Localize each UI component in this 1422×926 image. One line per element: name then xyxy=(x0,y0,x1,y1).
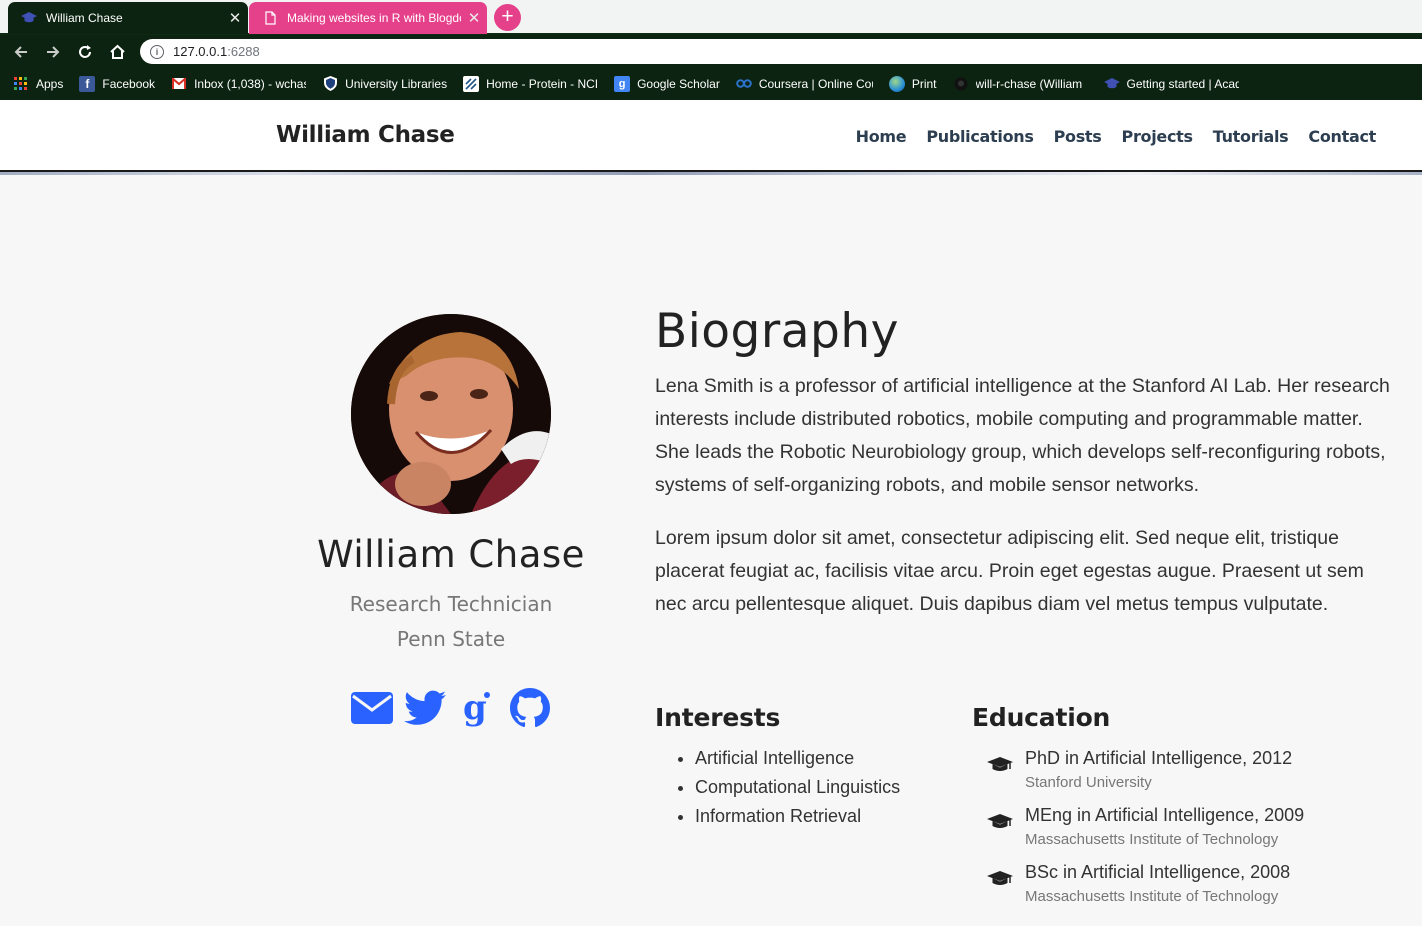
education-institution: Stanford University xyxy=(1025,774,1152,791)
profile-name: William Chase xyxy=(317,533,585,576)
twitter-icon[interactable] xyxy=(403,686,447,730)
bookmark-print[interactable]: Print xyxy=(888,75,937,92)
bookmark-apps[interactable]: Apps xyxy=(13,76,63,92)
nav-publications[interactable]: Publications xyxy=(926,127,1034,146)
biography-text: Lena Smith is a professor of artificial … xyxy=(655,370,1395,641)
bookmark-label: will-r-chase (William xyxy=(975,76,1083,91)
education-list: PhD in Artificial Intelligence, 2012 Sta… xyxy=(987,744,1407,915)
education-item: MEng in Artificial Intelligence, 2009 Ma… xyxy=(987,801,1407,851)
facebook-icon: f xyxy=(79,75,96,92)
browser-toolbar: i 127.0.0.1:6288 xyxy=(0,35,1422,67)
social-links: g xyxy=(351,686,551,730)
google-scholar-icon: g xyxy=(614,75,631,92)
nav-home[interactable]: Home xyxy=(856,127,907,146)
bookmark-university-libraries[interactable]: University Libraries xyxy=(322,76,447,92)
close-tab-icon[interactable]: ✕ xyxy=(222,9,248,27)
bookmark-coursera[interactable]: Coursera | Online Cou xyxy=(736,76,873,92)
education-item: BSc in Artificial Intelligence, 2008 Mas… xyxy=(987,858,1407,908)
nav-tutorials[interactable]: Tutorials xyxy=(1213,127,1289,146)
interest-item: Information Retrieval xyxy=(695,802,900,831)
github-icon xyxy=(953,76,969,92)
education-institution: Massachusetts Institute of Technology xyxy=(1025,831,1279,848)
graduation-cap-icon xyxy=(20,11,38,25)
education-institution: Massachusetts Institute of Technology xyxy=(1025,888,1279,905)
graduation-cap-icon xyxy=(1103,76,1120,92)
education-degree: BSc in Artificial Intelligence, 2008 xyxy=(1025,862,1291,882)
tab-title: Making websites in R with Blogdo xyxy=(287,11,461,25)
google-scholar-icon[interactable]: g xyxy=(456,686,499,730)
bookmark-label: Facebook xyxy=(102,76,156,91)
bookmark-label: Getting started | Acad xyxy=(1126,76,1239,91)
graduation-cap-icon xyxy=(987,858,1025,908)
bookmark-github[interactable]: will-r-chase (William xyxy=(953,76,1088,92)
tab-title: William Chase xyxy=(46,11,123,25)
envelope-icon[interactable] xyxy=(351,686,394,730)
education-degree: MEng in Artificial Intelligence, 2009 xyxy=(1025,805,1305,825)
forward-icon[interactable] xyxy=(42,41,64,63)
url-host: 127.0.0.1 xyxy=(173,44,228,59)
profile-role-and-org: Research Technician Penn State xyxy=(251,587,651,657)
bookmark-google-scholar[interactable]: g Google Scholar xyxy=(614,75,720,92)
education-item: PhD in Artificial Intelligence, 2012 Sta… xyxy=(987,744,1407,794)
site-brand[interactable]: William Chase xyxy=(276,122,455,148)
url-port: :6288 xyxy=(227,44,260,59)
shield-icon xyxy=(322,76,338,92)
close-tab-icon[interactable]: ✕ xyxy=(461,9,487,27)
reload-icon[interactable] xyxy=(74,41,96,63)
bookmark-gmail[interactable]: Inbox (1,038) - wchas xyxy=(171,76,306,92)
bookmarks-bar: Apps f Facebook Inbox (1,038) - wchas Un… xyxy=(0,67,1422,100)
site-info-icon[interactable]: i xyxy=(150,44,164,59)
bookmark-facebook[interactable]: f Facebook xyxy=(79,75,156,92)
address-bar[interactable]: i 127.0.0.1:6288 xyxy=(140,39,1422,64)
tab-william-chase[interactable]: William Chase ✕ xyxy=(8,2,248,34)
interest-item: Artificial Intelligence xyxy=(695,744,900,773)
document-icon xyxy=(261,11,279,25)
nav-posts[interactable]: Posts xyxy=(1054,127,1102,146)
new-tab-button[interactable]: + xyxy=(494,4,521,31)
tab-blogdown[interactable]: Making websites in R with Blogdo ✕ xyxy=(249,2,487,34)
back-icon[interactable] xyxy=(10,41,32,63)
bookmark-label: Inbox (1,038) - wchas xyxy=(194,76,307,91)
github-icon[interactable] xyxy=(509,686,552,730)
bookmark-label: Home - Protein - NCI xyxy=(486,76,599,91)
svg-text:g: g xyxy=(463,689,487,727)
biography-paragraph: Lena Smith is a professor of artificial … xyxy=(655,375,1390,496)
home-icon[interactable] xyxy=(106,41,128,63)
education-heading: Education xyxy=(972,703,1111,732)
globe-icon xyxy=(888,75,905,92)
biography-paragraph: Lorem ipsum dolor sit amet, consectetur … xyxy=(655,527,1364,615)
site-nav: Home Publications Posts Projects Tutoria… xyxy=(856,127,1377,146)
bookmark-label: Google Scholar xyxy=(637,76,720,91)
bookmark-ncbi-protein[interactable]: Home - Protein - NCI xyxy=(463,75,599,92)
interests-heading: Interests xyxy=(655,703,781,732)
hero-image-strip xyxy=(0,172,1422,175)
ncbi-icon xyxy=(463,75,480,92)
profile-role: Research Technician xyxy=(349,592,553,616)
graduation-cap-icon xyxy=(987,744,1025,794)
education-degree: PhD in Artificial Intelligence, 2012 xyxy=(1025,748,1293,768)
site-navbar: William Chase Home Publications Posts Pr… xyxy=(0,100,1422,172)
interest-item: Computational Linguistics xyxy=(695,773,900,802)
bookmark-label: Coursera | Online Cou xyxy=(758,76,873,91)
biography-heading: Biography xyxy=(655,304,899,359)
bookmark-label: University Libraries xyxy=(345,76,448,91)
bookmark-label: Print xyxy=(911,76,937,91)
interests-list: Artificial Intelligence Computational Li… xyxy=(695,744,900,831)
graduation-cap-icon xyxy=(987,801,1025,851)
avatar xyxy=(351,314,551,514)
profile-organization: Penn State xyxy=(396,627,506,651)
nav-contact[interactable]: Contact xyxy=(1308,127,1376,146)
nav-projects[interactable]: Projects xyxy=(1122,127,1194,146)
coursera-icon xyxy=(736,76,752,92)
gmail-icon xyxy=(171,76,187,92)
bookmark-label: Apps xyxy=(36,76,64,91)
bookmark-academic[interactable]: Getting started | Acad xyxy=(1103,76,1239,92)
apps-grid-icon xyxy=(13,76,29,92)
